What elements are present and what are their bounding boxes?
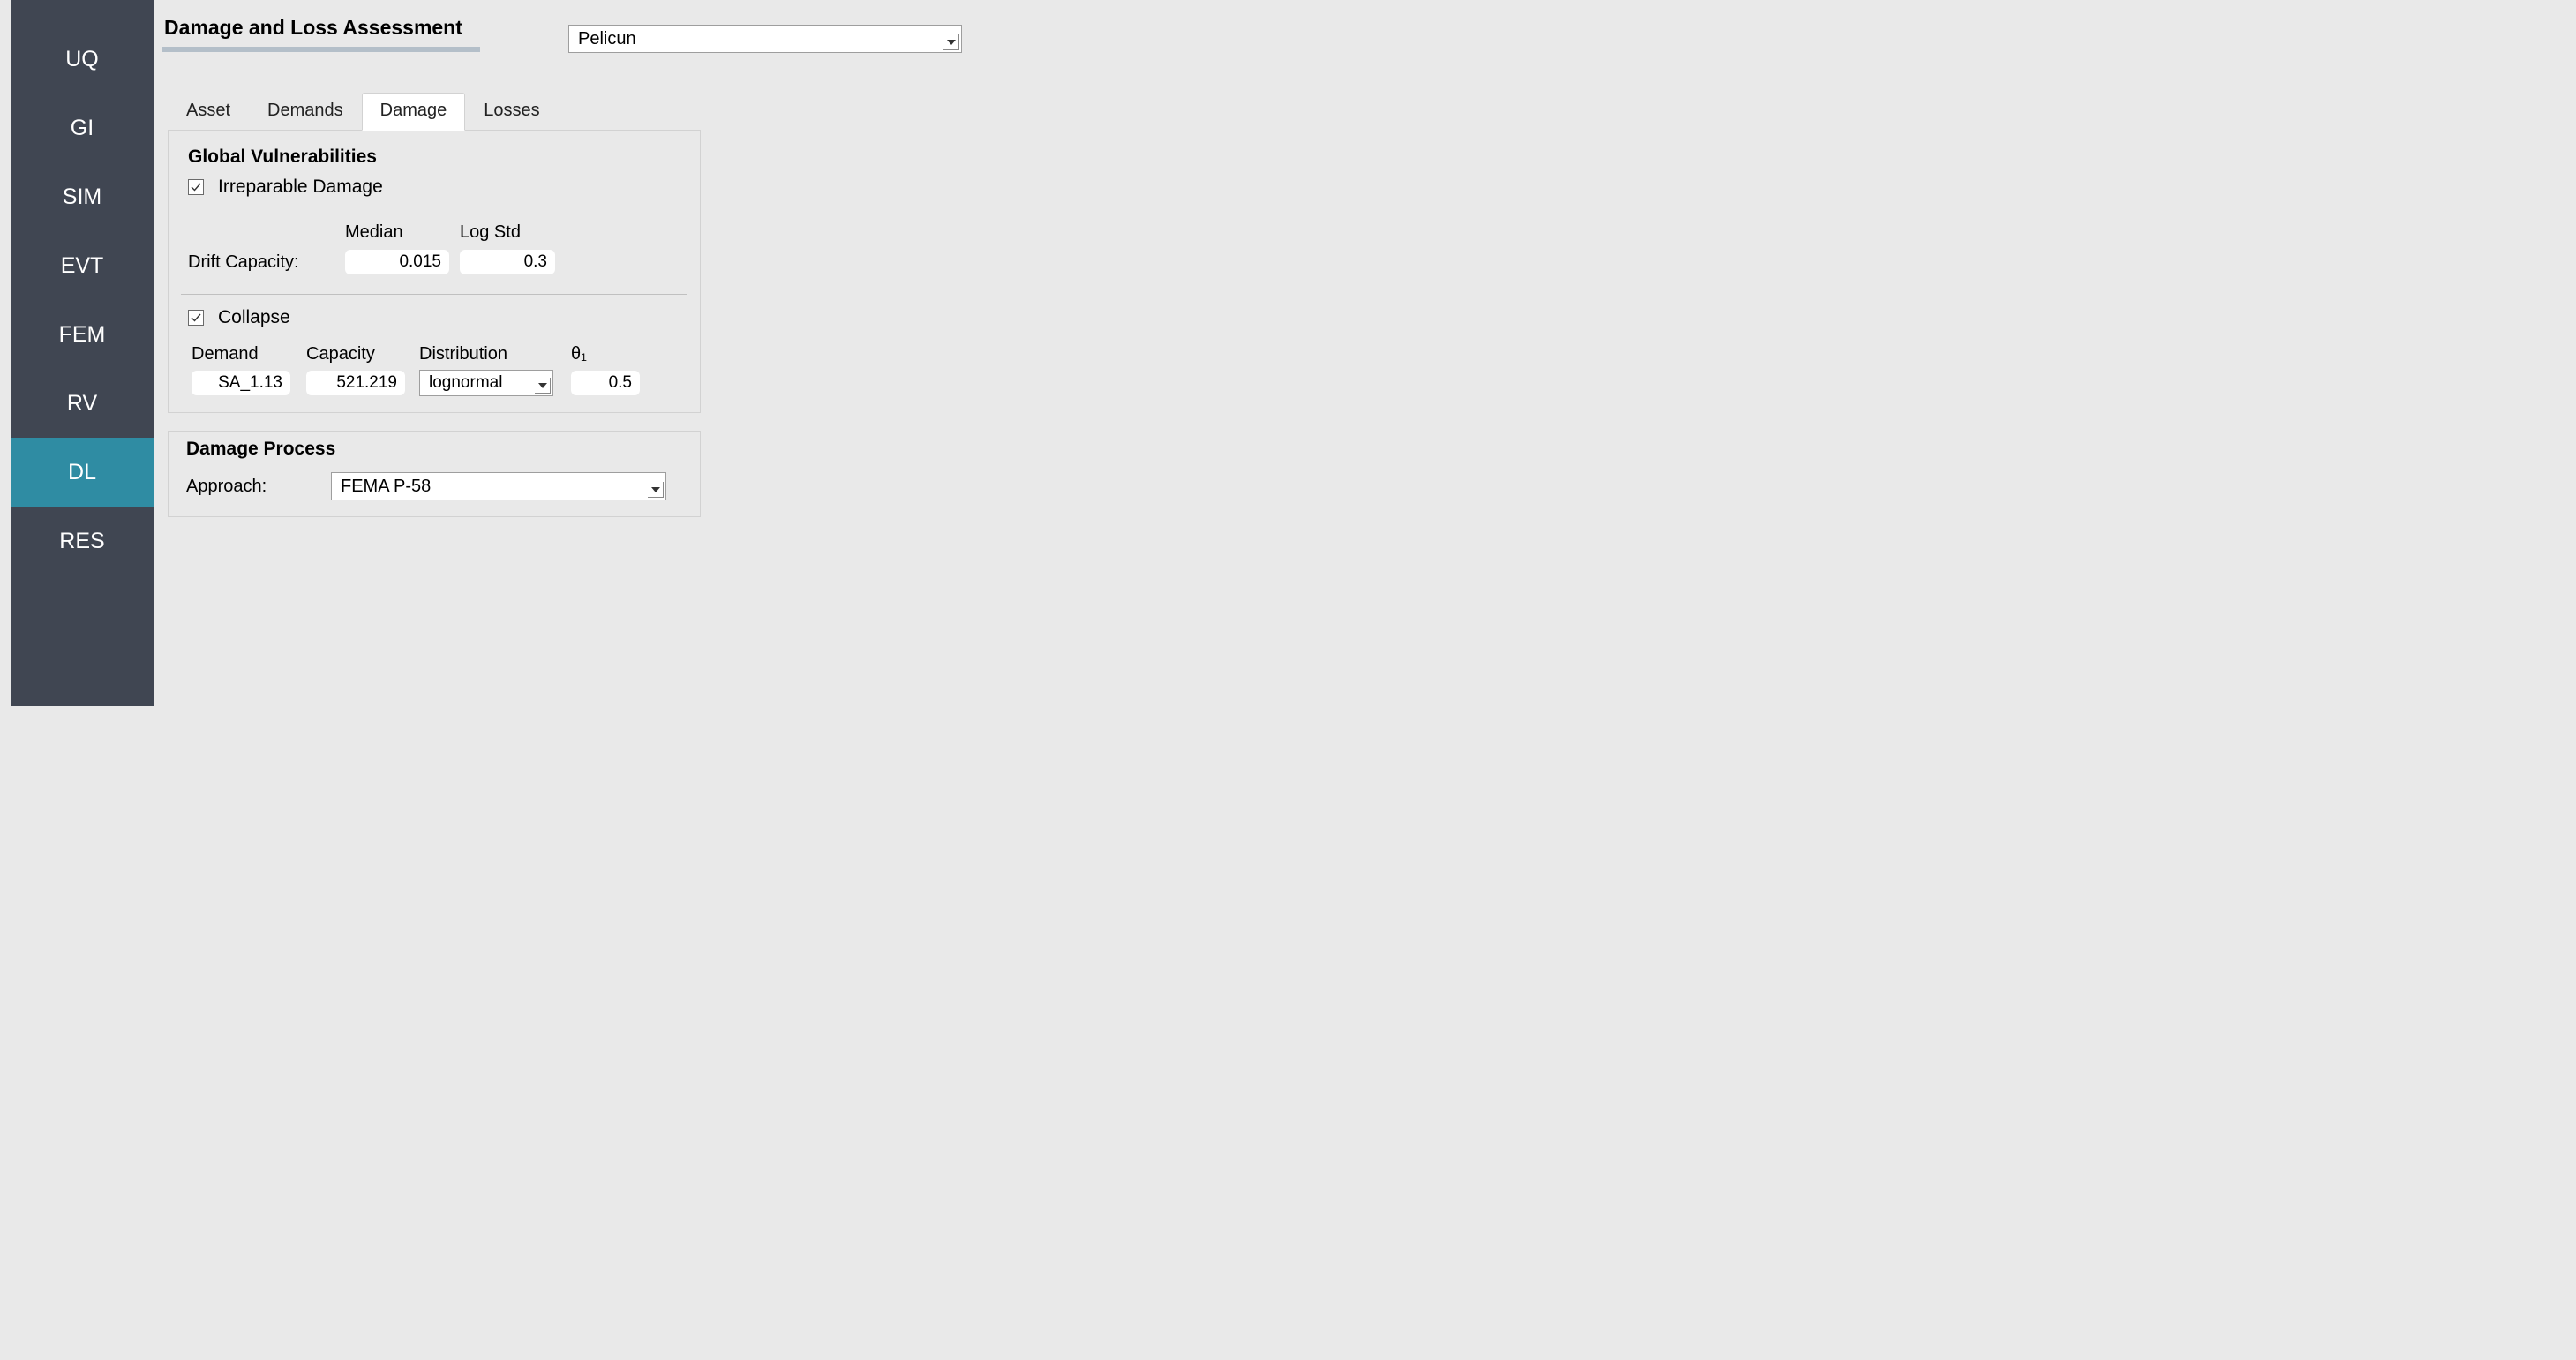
tab-damage[interactable]: Damage — [362, 93, 466, 131]
header-row: Damage and Loss Assessment Pelicun — [162, 16, 1341, 53]
sidebar-item-evt[interactable]: EVT — [11, 231, 154, 300]
approach-combo-value: FEMA P-58 — [341, 477, 431, 497]
irreparable-headers: Median Log Std — [188, 222, 695, 243]
chevron-down-icon — [648, 482, 664, 498]
collapse-check-row: Collapse — [188, 307, 695, 328]
collapse-distribution-combo[interactable]: lognormal — [419, 370, 553, 396]
header-distribution: Distribution — [419, 344, 571, 364]
irreparable-label: Irreparable Damage — [218, 177, 383, 198]
header-theta1: θ₁ — [571, 344, 587, 364]
collapse-demand-input[interactable] — [192, 371, 290, 395]
global-vuln-title: Global Vulnerabilities — [188, 147, 695, 168]
title-underline — [162, 47, 480, 52]
drift-logstd-input[interactable] — [460, 250, 555, 274]
sidebar-item-rv[interactable]: RV — [11, 369, 154, 438]
sidebar-item-uq[interactable]: UQ — [11, 25, 154, 94]
sidebar-item-sim[interactable]: SIM — [11, 162, 154, 231]
tab-asset[interactable]: Asset — [168, 93, 249, 131]
page-title: Damage and Loss Assessment — [164, 16, 480, 40]
tab-demands[interactable]: Demands — [249, 93, 362, 131]
sidebar-item-dl[interactable]: DL — [11, 438, 154, 507]
sidebar-item-gi[interactable]: GI — [11, 94, 154, 162]
collapse-label: Collapse — [218, 307, 290, 328]
header-capacity: Capacity — [306, 344, 419, 364]
header-logstd: Log Std — [460, 222, 521, 243]
sidebar-item-fem[interactable]: FEM — [11, 300, 154, 369]
dl-tabs: Asset Demands Damage Losses — [168, 92, 701, 131]
damage-process-title: Damage Process — [186, 439, 687, 460]
collapse-distribution-value: lognormal — [429, 373, 544, 393]
sidebar: UQ GI SIM EVT FEM RV DL RES — [11, 0, 154, 706]
tab-losses[interactable]: Losses — [465, 93, 558, 131]
sidebar-item-res[interactable]: RES — [11, 507, 154, 575]
approach-label: Approach: — [186, 477, 331, 497]
check-icon — [191, 312, 201, 323]
drift-capacity-row: Drift Capacity: — [188, 250, 695, 274]
title-block: Damage and Loss Assessment — [162, 16, 480, 52]
method-select-wrap: Pelicun — [568, 25, 962, 53]
method-combo-value: Pelicun — [578, 29, 636, 49]
global-vulnerabilities-panel: Global Vulnerabilities Irreparable Damag… — [168, 131, 701, 413]
divider — [181, 294, 687, 295]
collapse-capacity-input[interactable] — [306, 371, 405, 395]
collapse-row: lognormal — [188, 370, 695, 396]
chevron-down-icon — [943, 34, 959, 50]
app-root: UQ GI SIM EVT FEM RV DL RES Damage and L… — [0, 0, 1341, 706]
approach-row: Approach: FEMA P-58 — [181, 472, 687, 500]
irreparable-check-row: Irreparable Damage — [188, 177, 695, 198]
collapse-headers: Demand Capacity Distribution θ₁ — [188, 344, 695, 364]
drift-median-input[interactable] — [345, 250, 449, 274]
check-icon — [191, 182, 201, 192]
drift-capacity-label: Drift Capacity: — [188, 252, 345, 273]
header-demand: Demand — [192, 344, 306, 364]
main-content: Damage and Loss Assessment Pelicun Asset… — [154, 0, 1341, 706]
collapse-theta1-input[interactable] — [571, 371, 640, 395]
approach-combo[interactable]: FEMA P-58 — [331, 472, 666, 500]
chevron-down-icon — [535, 378, 551, 394]
header-median: Median — [345, 222, 460, 243]
collapse-checkbox[interactable] — [188, 310, 204, 326]
damage-process-panel: Damage Process Approach: FEMA P-58 — [168, 431, 701, 517]
irreparable-checkbox[interactable] — [188, 179, 204, 195]
method-combo[interactable]: Pelicun — [568, 25, 962, 53]
